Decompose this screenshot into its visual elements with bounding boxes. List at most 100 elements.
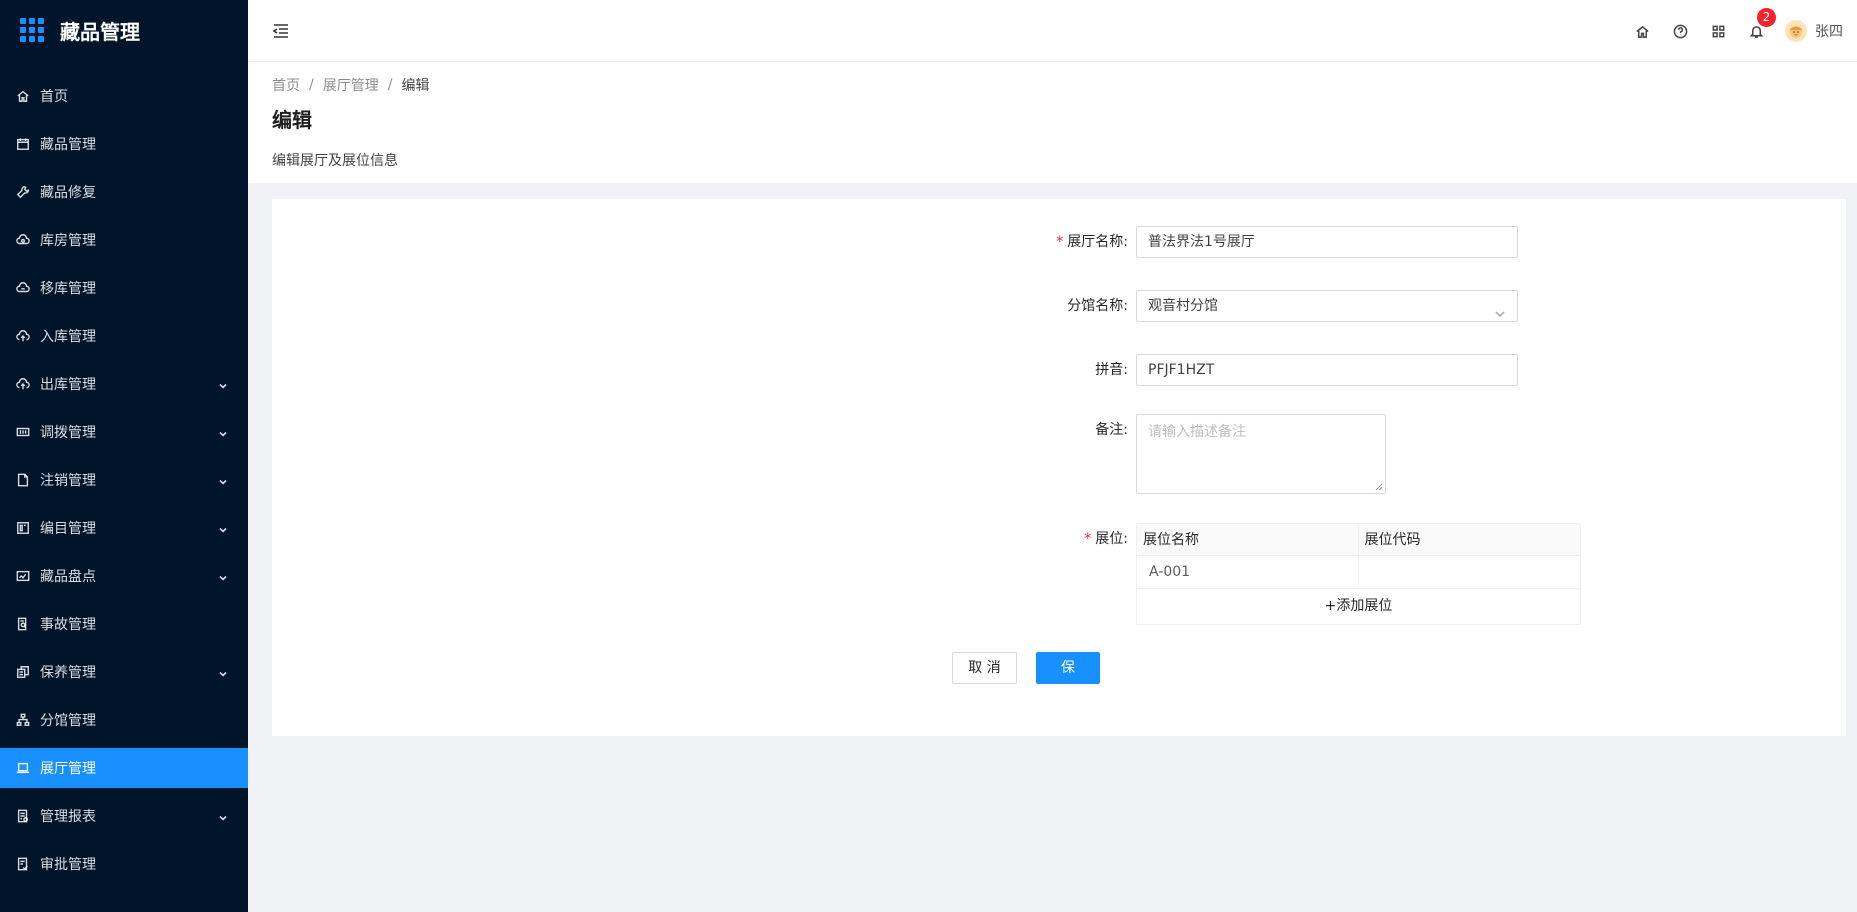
breadcrumb-home[interactable]: 首页 (272, 75, 300, 95)
sidebar-item-label: 事故管理 (40, 617, 96, 633)
branch-name-label: 分馆名称: (1067, 298, 1128, 314)
sidebar-item-label: 保养管理 (40, 665, 96, 681)
sidebar-item-label: 审批管理 (40, 857, 96, 873)
laptop-icon (16, 761, 30, 775)
app-title: 藏品管理 (60, 19, 140, 44)
notification-badge: 2 (1757, 8, 1776, 27)
add-booth-button[interactable]: +添加展位 (1137, 589, 1580, 624)
page-title: 编辑 (272, 108, 312, 132)
breadcrumb-hall-management[interactable]: 展厅管理 (323, 75, 379, 95)
avatar (1785, 20, 1807, 42)
cluster-icon (16, 713, 30, 727)
cancel-button[interactable]: 取 消 (952, 652, 1017, 684)
sidebar-item-6[interactable]: 出库管理 (0, 364, 248, 404)
cloud-sync-icon (16, 281, 30, 295)
apps-icon[interactable] (1699, 0, 1737, 62)
chevron-down-icon (218, 523, 228, 533)
sidebar-item-7[interactable]: 调拨管理 (0, 412, 248, 452)
cloud-upload-icon (16, 329, 30, 343)
file-icon (16, 473, 30, 487)
chevron-down-icon (218, 475, 228, 485)
sidebar-item-label: 藏品盘点 (40, 569, 96, 585)
sidebar-item-4[interactable]: 移库管理 (0, 268, 248, 308)
remark-row: 备注: 请输入描述备注 (936, 414, 1386, 494)
edit-form-card: * 展厅名称: 普法界法1号展厅 分馆名称: 观音村分馆 拼音: PFJF1HZT… (272, 199, 1846, 736)
sidebar-item-label: 库房管理 (40, 233, 96, 249)
sidebar-item-8[interactable]: 注销管理 (0, 460, 248, 500)
page-header: 首页 / 展厅管理 / 编辑 编辑 编辑展厅及展位信息 (248, 62, 1857, 183)
help-icon[interactable] (1661, 0, 1699, 62)
sidebar-item-label: 分馆管理 (40, 713, 96, 729)
breadcrumb-current: 编辑 (401, 78, 430, 94)
sidebar-item-label: 藏品管理 (40, 137, 96, 153)
booth-name-cell[interactable]: A-001 (1137, 556, 1359, 588)
chevron-down-icon (218, 427, 228, 437)
chevron-down-icon (218, 571, 228, 581)
remark-label: 备注: (1095, 422, 1128, 438)
chevron-down-icon (218, 379, 228, 389)
booth-table-header: 展位名称 展位代码 (1137, 524, 1580, 556)
breadcrumb-separator: / (309, 77, 314, 93)
pinyin-label: 拼音: (1095, 362, 1128, 378)
page-description: 编辑展厅及展位信息 (272, 153, 398, 169)
notification-bell-icon[interactable]: 2 (1737, 0, 1776, 62)
pinyin-row: 拼音: PFJF1HZT (936, 354, 1518, 386)
resize-handle-icon[interactable] (1375, 483, 1383, 491)
sidebar-item-5[interactable]: 入库管理 (0, 316, 248, 356)
app-logo[interactable]: 藏品管理 (0, 0, 248, 60)
audit-icon (16, 857, 30, 871)
sidebar-item-label: 注销管理 (40, 473, 96, 489)
chevron-down-icon (1494, 301, 1506, 318)
sidebar-item-label: 入库管理 (40, 329, 96, 345)
sidebar-item-label: 调拨管理 (40, 425, 96, 441)
sidebar-item-label: 移库管理 (40, 281, 96, 297)
sidebar-item-3[interactable]: 库房管理 (0, 220, 248, 260)
transfer-icon (16, 425, 30, 439)
sidebar-item-10[interactable]: 藏品盘点 (0, 556, 248, 596)
sidebar-item-14[interactable]: 展厅管理 (0, 748, 248, 788)
chevron-down-icon (218, 667, 228, 677)
sidebar-item-label: 藏品修复 (40, 185, 96, 201)
sidebar-item-label: 展厅管理 (40, 761, 96, 777)
sidebar-item-0[interactable]: 首页 (0, 76, 248, 116)
column-header-booth-name: 展位名称 (1137, 524, 1359, 555)
booth-code-cell[interactable] (1359, 556, 1581, 588)
maintenance-icon (16, 665, 30, 679)
calendar-icon (16, 137, 30, 151)
sidebar-item-2[interactable]: 藏品修复 (0, 172, 248, 212)
sidebar-item-15[interactable]: 管理报表 (0, 796, 248, 836)
sidebar-item-16[interactable]: 审批管理 (0, 844, 248, 884)
menu-fold-icon[interactable] (272, 22, 290, 40)
branch-name-select[interactable]: 观音村分馆 (1136, 290, 1518, 322)
save-button[interactable]: 保 存 (1036, 652, 1100, 706)
table-row: A-001 (1137, 556, 1580, 589)
column-header-booth-code: 展位代码 (1364, 532, 1421, 548)
sidebar-item-13[interactable]: 分馆管理 (0, 700, 248, 740)
user-menu[interactable]: 张四 (1775, 0, 1857, 62)
file-search-icon (16, 617, 30, 631)
branch-name-value: 观音村分馆 (1148, 298, 1218, 314)
remark-textarea[interactable]: 请输入描述备注 (1136, 414, 1386, 494)
hall-name-label: * 展厅名称: (1056, 234, 1128, 250)
breadcrumb: 首页 / 展厅管理 / 编辑 (272, 74, 1833, 96)
branch-name-row: 分馆名称: 观音村分馆 (936, 290, 1518, 322)
sidebar-item-label: 管理报表 (40, 809, 96, 825)
sidebar-item-11[interactable]: 事故管理 (0, 604, 248, 644)
user-name: 张四 (1815, 24, 1843, 40)
sidebar-item-9[interactable]: 编目管理 (0, 508, 248, 548)
booth-row: * 展位: 展位名称 展位代码 A-001 +添加展位 (936, 523, 1581, 625)
sidebar-menu: 首页藏品管理藏品修复库房管理移库管理入库管理出库管理调拨管理注销管理编目管理藏品… (0, 76, 248, 884)
sidebar-item-label: 编目管理 (40, 521, 96, 537)
home-icon[interactable] (1623, 0, 1661, 62)
home-icon (16, 89, 30, 103)
chevron-down-icon (218, 811, 228, 821)
booth-table: 展位名称 展位代码 A-001 +添加展位 (1136, 523, 1581, 625)
inventory-icon (16, 569, 30, 583)
top-header: 2 张四 (248, 0, 1857, 62)
sidebar-item-1[interactable]: 藏品管理 (0, 124, 248, 164)
remark-placeholder: 请输入描述备注 (1148, 424, 1246, 440)
apps-grid-icon (20, 18, 44, 42)
sidebar-item-12[interactable]: 保养管理 (0, 652, 248, 692)
hall-name-input[interactable]: 普法界法1号展厅 (1136, 226, 1518, 258)
pinyin-input[interactable]: PFJF1HZT (1136, 354, 1518, 386)
